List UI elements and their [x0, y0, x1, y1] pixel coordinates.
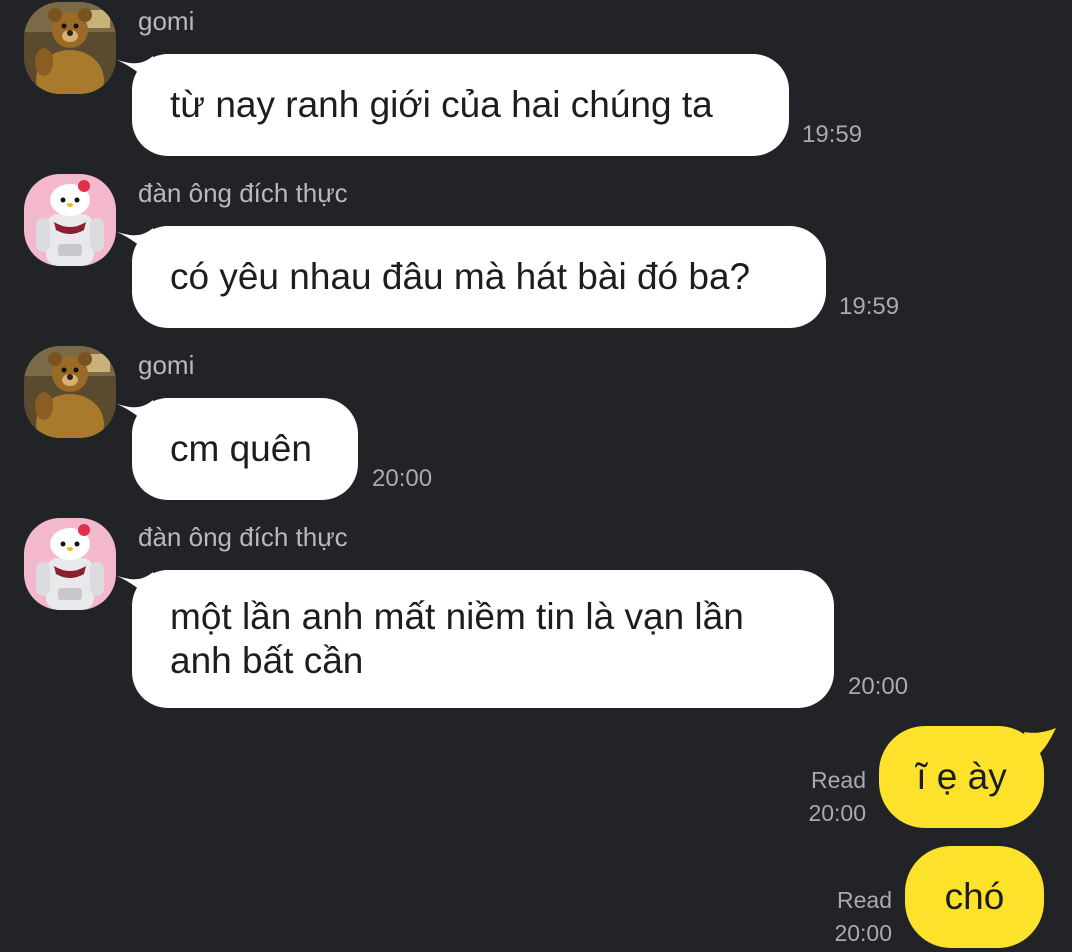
read-receipt: Read 20:00	[786, 884, 892, 950]
message-row: đàn ông đích thực có yêu nhau đâu mà hát…	[0, 174, 1072, 334]
message-text: ĩ ẹ ày	[916, 756, 1007, 797]
message-text: từ nay ranh giới của hai chúng ta	[170, 84, 713, 125]
bubble-tail	[1024, 728, 1056, 762]
read-status: Read	[837, 887, 892, 913]
message-bubble[interactable]: cm quên	[132, 398, 358, 500]
message-bubble[interactable]: có yêu nhau đâu mà hát bài đó ba?	[132, 226, 826, 328]
message-row: gomi cm quên 20:00	[0, 346, 1072, 506]
message-time: 20:00	[834, 920, 892, 946]
outgoing-bubble[interactable]: chó	[905, 846, 1044, 948]
kitty-avatar-icon[interactable]	[24, 518, 116, 610]
outgoing-message-row: Read 20:00 chó	[0, 844, 1072, 952]
message-bubble[interactable]: một lần anh mất niềm tin là vạn lần anh …	[132, 570, 834, 708]
sender-name: đàn ông đích thực	[138, 522, 348, 552]
read-receipt: Read 20:00	[760, 764, 866, 830]
message-time: 19:59	[802, 121, 863, 148]
sender-name: gomi	[138, 350, 195, 380]
sender-name: đàn ông đích thực	[138, 178, 348, 208]
message-bubble[interactable]: từ nay ranh giới của hai chúng ta	[132, 54, 789, 156]
message-text: cm quên	[170, 428, 312, 469]
read-status: Read	[811, 767, 866, 793]
chat-thread: gomi từ nay ranh giới của hai chúng ta 1…	[0, 0, 1072, 952]
message-time: 20:00	[372, 465, 433, 492]
message-row: đàn ông đích thực một lần anh mất niềm t…	[0, 518, 1072, 718]
bear-avatar-icon[interactable]	[24, 2, 116, 94]
message-time: 20:00	[848, 673, 909, 700]
message-time: 19:59	[839, 293, 900, 320]
kitty-avatar-icon[interactable]	[24, 174, 116, 266]
message-text: chó	[944, 876, 1005, 917]
message-time: 20:00	[808, 800, 866, 826]
bear-avatar-icon[interactable]	[24, 346, 116, 438]
sender-name: gomi	[138, 6, 195, 36]
outgoing-bubble[interactable]: ĩ ẹ ày	[879, 726, 1044, 828]
message-row: gomi từ nay ranh giới của hai chúng ta 1…	[0, 2, 1072, 162]
message-text: có yêu nhau đâu mà hát bài đó ba?	[170, 256, 751, 297]
message-text: một lần anh mất niềm tin là vạn lần anh …	[170, 596, 744, 681]
outgoing-message-row: Read 20:00 ĩ ẹ ày	[0, 724, 1072, 834]
